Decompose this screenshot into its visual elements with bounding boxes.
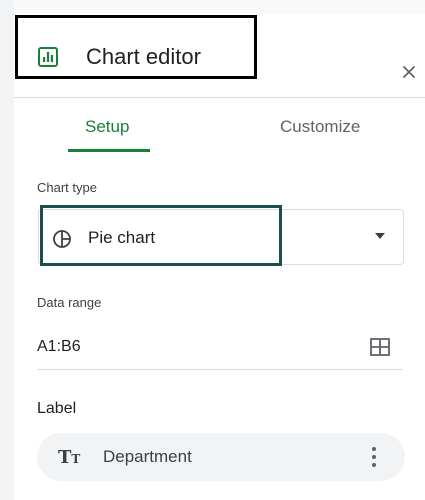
dropdown-arrow-icon[interactable] <box>375 233 385 239</box>
chart-type-value: Pie chart <box>88 228 156 247</box>
text-format-icon: TT <box>58 447 81 468</box>
data-range-value[interactable]: A1:B6 <box>37 338 81 356</box>
panel-title: Chart editor <box>86 44 201 69</box>
left-background <box>0 0 14 500</box>
data-range-label: Data range <box>37 295 102 310</box>
chart-type-label: Chart type <box>37 180 97 195</box>
label-chip-value: Department <box>103 447 192 466</box>
page: Chart editor Setup Customize Chart type … <box>0 0 425 500</box>
close-icon <box>403 66 415 78</box>
bar-chart-icon <box>38 47 58 67</box>
label-chip[interactable]: TT Department <box>37 433 405 481</box>
chart-editor-panel: Chart editor Setup Customize Chart type … <box>14 14 425 500</box>
chart-type-highlight-box <box>40 205 282 266</box>
grid-icon[interactable] <box>370 338 390 356</box>
panel-header: Chart editor <box>14 14 425 98</box>
pie-chart-icon <box>53 230 71 248</box>
close-button[interactable] <box>398 61 420 83</box>
label-section-heading: Label <box>37 400 77 417</box>
tab-customize[interactable]: Customize <box>280 117 360 137</box>
top-background <box>0 0 425 14</box>
tab-setup[interactable]: Setup <box>85 117 129 137</box>
data-range-underline <box>37 369 403 370</box>
more-vert-icon[interactable] <box>367 444 381 470</box>
active-tab-indicator <box>68 149 150 152</box>
